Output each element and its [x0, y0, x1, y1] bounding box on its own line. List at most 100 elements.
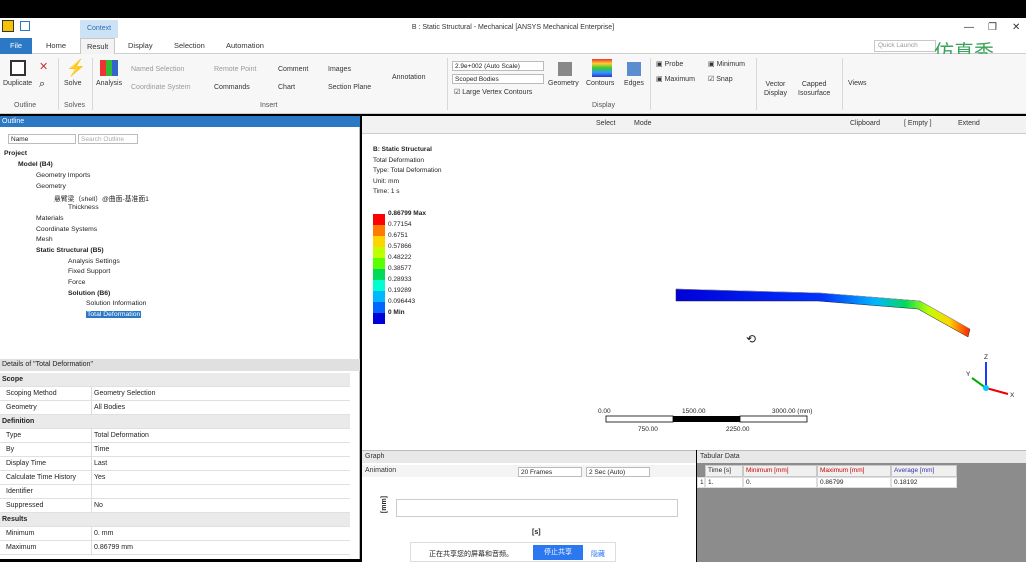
col-maximum[interactable]: Maximum [mm] [817, 465, 891, 477]
contours-button[interactable]: Contours [586, 80, 614, 87]
tree-label: Total Deformation [86, 311, 142, 318]
legend-swatch [373, 247, 385, 258]
capped-isosurface-button[interactable]: Capped Isosurface [798, 80, 830, 98]
group-insert: Insert [260, 102, 278, 109]
tree-mesh[interactable]: Mesh [36, 236, 53, 243]
rotate-icon[interactable]: ⟲ [746, 332, 756, 346]
tree-coordinate-systems[interactable]: Coordinate Systems [36, 226, 97, 233]
details-section[interactable]: Results [0, 513, 350, 527]
restore-icon[interactable]: ❐ [988, 22, 997, 33]
tree-project[interactable]: Project [4, 150, 27, 157]
col-average[interactable]: Average [mm] [891, 465, 957, 477]
tree-analysis-settings[interactable]: Analysis Settings [68, 258, 120, 265]
title-bar: Context B : Static Structural - Mechanic… [0, 18, 1026, 38]
tree-label: Model (B4) [18, 161, 53, 168]
details-row[interactable]: Display Time Last [0, 457, 350, 471]
coordinate-system-button[interactable]: Coordinate System [131, 84, 191, 91]
vector-display-button[interactable]: Vector Display [764, 80, 787, 98]
tab-result[interactable]: Result [80, 38, 116, 54]
tree-total-deformation[interactable]: Total Deformation [86, 311, 142, 318]
hide-button[interactable]: 隐藏 [591, 549, 605, 559]
details-value [91, 485, 350, 499]
tree-materials[interactable]: Materials [36, 215, 64, 222]
extend-button[interactable]: Extend [958, 120, 980, 127]
remote-point-button[interactable]: Remote Point [214, 66, 256, 73]
edges-button[interactable]: Edges [624, 80, 644, 87]
select-button[interactable]: Select [596, 120, 615, 127]
tree-geometry[interactable]: Geometry [36, 183, 66, 190]
close-icon[interactable]: ✕ [1012, 22, 1020, 33]
details-row[interactable]: Calculate Time History Yes [0, 471, 350, 485]
tree-solution[interactable]: Solution (B6) [68, 290, 110, 297]
mode-button[interactable]: Mode [634, 120, 652, 127]
comment-button[interactable]: Comment [278, 66, 308, 73]
details-row[interactable]: By Time [0, 443, 350, 457]
graph-ylabel: [mm] [381, 495, 389, 514]
outline-name-select[interactable]: Name [8, 134, 76, 144]
minimum-button[interactable]: ▣ Minimum [708, 60, 745, 68]
tree-label: Project [4, 150, 28, 157]
duplicate-button[interactable]: Duplicate [3, 80, 32, 87]
maximum-button[interactable]: ▣ Maximum [656, 75, 695, 83]
col-time: Time [s] [705, 465, 743, 477]
scale-tick-b1: 750.00 [638, 426, 658, 433]
find-icon[interactable]: ⌕ [39, 78, 45, 91]
probe-button[interactable]: ▣ Probe [656, 60, 683, 68]
tree-thickness[interactable]: Thickness [68, 204, 99, 211]
tab-selection[interactable]: Selection [168, 38, 211, 54]
tree-fixed-support[interactable]: Fixed Support [68, 268, 110, 275]
edges-icon [627, 62, 641, 76]
details-value: 0. mm [91, 527, 350, 541]
annotation-button[interactable]: Annotation [392, 74, 425, 81]
tree-static-structural[interactable]: Static Structural (B5) [36, 247, 104, 254]
solve-icon: ⚡ [66, 60, 86, 77]
tree-label: Static Structural (B5) [36, 247, 104, 254]
details-row[interactable]: Minimum 0. mm [0, 527, 350, 541]
tree-geometry-imports[interactable]: Geometry Imports [36, 172, 90, 179]
section-plane-button[interactable]: Section Plane [328, 84, 371, 91]
solve-button[interactable]: Solve [64, 80, 82, 87]
large-vertex-checkbox[interactable]: ☑ Large Vertex Contours [454, 88, 532, 96]
tab-home[interactable]: Home [40, 38, 72, 54]
details-section[interactable]: Definition [0, 415, 350, 429]
frames-select[interactable]: 20 Frames [518, 467, 582, 477]
snap-checkbox[interactable]: ☑ Snap [708, 75, 733, 83]
named-selection-button[interactable]: Named Selection [131, 66, 184, 73]
tree-solution-information[interactable]: Solution Information [86, 300, 146, 307]
tab-file[interactable]: File [0, 38, 32, 54]
tree-model[interactable]: Model (B4) [18, 161, 53, 168]
tab-automation[interactable]: Automation [220, 38, 270, 54]
duration-select[interactable]: 2 Sec (Auto) [586, 467, 650, 477]
analysis-button[interactable]: Analysis [96, 80, 122, 87]
clipboard-button[interactable]: Clipboard [850, 120, 880, 127]
details-row[interactable]: Identifier [0, 485, 350, 499]
geometry-button[interactable]: Geometry [548, 80, 579, 87]
outline-header: Outline [0, 116, 360, 127]
graph-plot-area[interactable] [396, 499, 678, 517]
tab-display[interactable]: Display [122, 38, 159, 54]
scale-select[interactable]: 2.9e+002 (Auto Scale) [452, 61, 544, 71]
quick-launch-input[interactable]: Quick Launch [874, 40, 936, 52]
details-row[interactable]: Scoping Method Geometry Selection [0, 387, 350, 401]
stop-share-button[interactable]: 停止共享 [533, 545, 583, 560]
views-button[interactable]: Views [848, 80, 867, 87]
details-section[interactable]: Scope [0, 373, 350, 387]
chart-button[interactable]: Chart [278, 84, 295, 91]
details-row[interactable]: Type Total Deformation [0, 429, 350, 443]
graphics-viewport[interactable]: B: Static Structural Total Deformation T… [362, 134, 1026, 450]
tree-body[interactable]: 悬臂梁（shell）@曲面-基准面1 [54, 193, 149, 203]
details-row[interactable]: Suppressed No [0, 499, 350, 513]
empty-button[interactable]: [ Empty ] [904, 120, 932, 127]
minimize-icon[interactable]: — [964, 22, 974, 33]
tree-force[interactable]: Force [68, 279, 85, 286]
images-button[interactable]: Images [328, 66, 351, 73]
legend-swatch [373, 214, 385, 225]
scoped-bodies-select[interactable]: Scoped Bodies [452, 74, 544, 84]
col-minimum[interactable]: Minimum [mm] [743, 465, 817, 477]
details-row[interactable]: Geometry All Bodies [0, 401, 350, 415]
commands-button[interactable]: Commands [214, 84, 250, 91]
details-key: Display Time [6, 460, 47, 467]
delete-icon[interactable]: ✕ [39, 60, 48, 73]
details-row[interactable]: Maximum 0.86799 mm [0, 541, 350, 555]
outline-search-input[interactable]: Search Outline [78, 134, 138, 144]
